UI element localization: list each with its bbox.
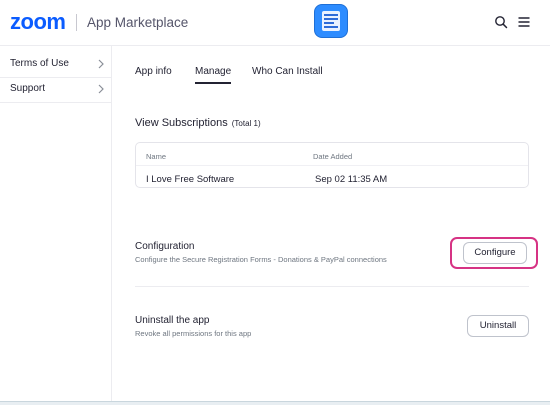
window-bottom-edge xyxy=(0,401,550,405)
sidebar-item-support[interactable]: Support xyxy=(0,77,112,102)
logo-divider xyxy=(76,14,77,31)
subscriptions-total: (Total 1) xyxy=(231,119,261,128)
configuration-description: Configure the Secure Registration Forms … xyxy=(135,255,387,264)
document-app-icon xyxy=(315,5,347,37)
section-divider xyxy=(135,286,529,287)
subscriptions-title-text: View Subscriptions xyxy=(135,117,228,129)
chevron-right-icon xyxy=(98,59,104,69)
sidebar-item-terms-of-use[interactable]: Terms of Use xyxy=(0,52,112,77)
marketplace-title[interactable]: App Marketplace xyxy=(87,15,188,30)
search-icon[interactable] xyxy=(494,15,508,29)
top-bar: zoom App Marketplace xyxy=(0,0,550,46)
uninstall-button[interactable]: Uninstall xyxy=(467,315,529,337)
tab-who-can-install[interactable]: Who Can Install xyxy=(252,66,323,77)
subscription-name: I Love Free Software xyxy=(146,174,235,185)
chevron-right-icon xyxy=(98,84,104,94)
configure-button[interactable]: Configure xyxy=(463,242,527,264)
tab-manage[interactable]: Manage xyxy=(195,66,232,84)
zoom-logo[interactable]: zoom xyxy=(10,9,66,35)
faded-background-banner xyxy=(257,4,519,28)
subscription-date: Sep 02 11:35 AM xyxy=(315,174,388,185)
sidebar-item-label: Support xyxy=(10,83,46,94)
uninstall-title: Uninstall the app xyxy=(135,315,210,326)
hamburger-menu-icon[interactable] xyxy=(517,15,531,29)
uninstall-description: Revoke all permissions for this app xyxy=(135,329,252,338)
sidebar-divider xyxy=(0,102,112,103)
subscriptions-title: View Subscriptions (Total 1) xyxy=(135,117,261,129)
column-header-date-added: Date Added xyxy=(313,152,353,161)
sidebar: Terms of Use Support xyxy=(0,46,112,405)
subscriptions-table: Name Date Added I Love Free Software Sep… xyxy=(135,142,529,188)
sidebar-item-label: Terms of Use xyxy=(10,58,69,69)
tab-app-info[interactable]: App info xyxy=(135,66,172,77)
configuration-title: Configuration xyxy=(135,241,195,252)
table-divider xyxy=(136,165,528,166)
column-header-name: Name xyxy=(146,152,167,161)
